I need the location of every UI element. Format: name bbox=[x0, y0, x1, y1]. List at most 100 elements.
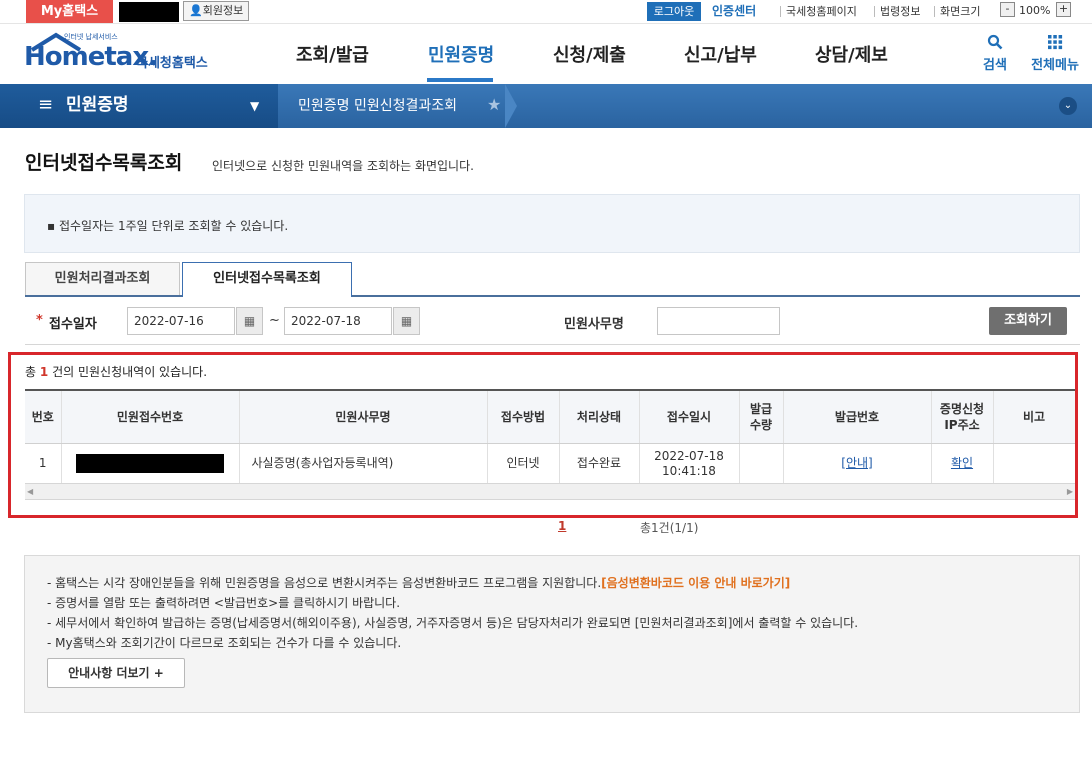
notice-text: ▪ 접수일자는 1주일 단위로 조회할 수 있습니다. bbox=[47, 219, 289, 233]
member-info-button[interactable]: 👤회원정보 bbox=[183, 1, 250, 21]
nav-active-indicator bbox=[427, 78, 493, 82]
nav-report-pay[interactable]: 신고/납부 bbox=[684, 42, 757, 70]
dropdown-caret-icon[interactable]: ▼ bbox=[250, 96, 259, 116]
search-button[interactable]: 검색 bbox=[977, 34, 1013, 73]
section-title: 민원증명 bbox=[66, 95, 129, 115]
top-utility-bar: My홈택스 👤회원정보 로그아웃 인증센터 국세청홈페이지 법령정보 화면크기 … bbox=[0, 0, 1092, 24]
result-suffix: 건의 민원신청내역이 있습니다. bbox=[52, 365, 208, 379]
search-icon bbox=[987, 34, 1003, 50]
nav-apply-submit[interactable]: 신청/제출 bbox=[553, 42, 626, 70]
nav-consult-report[interactable]: 상담/제보 bbox=[815, 42, 888, 70]
logout-button[interactable]: 로그아웃 bbox=[647, 2, 701, 21]
screen-size-label: 화면크기 bbox=[940, 5, 981, 18]
col-header-ip: 증명신청 IP주소 bbox=[931, 389, 994, 444]
tab-internet-receipt-list[interactable]: 인터넷접수목록조회 bbox=[182, 262, 352, 297]
hamburger-icon: ≡ bbox=[38, 94, 54, 115]
cell-qty bbox=[739, 443, 784, 485]
table-row: 1 사실증명(총사업자등록내역) 인터넷 접수완료 2022-07-18 10:4… bbox=[25, 443, 1076, 485]
hometax-logo[interactable]: 인터넷 납세서비스 Hometax. 국세청홈택스 bbox=[24, 30, 224, 76]
page-description: 인터넷으로 신청한 민원내역을 조회하는 화면입니다. bbox=[212, 159, 474, 173]
date-from-input[interactable]: 2022-07-16 bbox=[127, 307, 235, 335]
tab-result-inquiry[interactable]: 민원처리결과조회 bbox=[25, 262, 180, 296]
collapse-chevron-icon[interactable]: ⌄ bbox=[1059, 97, 1077, 115]
cell-method: 인터넷 bbox=[487, 443, 560, 485]
result-prefix: 총 bbox=[25, 365, 37, 379]
notice-box: ▪ 접수일자는 1주일 단위로 조회할 수 있습니다. bbox=[24, 194, 1080, 253]
more-info-button[interactable]: 안내사항 더보기 + bbox=[47, 658, 185, 688]
logo-subtitle: 국세청홈택스 bbox=[136, 56, 208, 71]
all-menu-label: 전체메뉴 bbox=[1031, 58, 1079, 73]
cell-receipt-no bbox=[61, 443, 240, 485]
pagination-total: 총1건(1/1) bbox=[640, 521, 699, 535]
calendar-icon[interactable]: ▦ bbox=[393, 307, 420, 335]
main-header: 인터넷 납세서비스 Hometax. 국세청홈택스 조회/발급 민원증명 신청/… bbox=[0, 24, 1092, 84]
horizontal-scrollbar[interactable]: ◀ ▶ bbox=[25, 483, 1075, 500]
info-line-2: - 증명서를 열람 또는 출력하려면 <발급번호>를 클릭하시기 바랍니다. bbox=[47, 596, 401, 610]
cell-date: 2022-07-18 bbox=[654, 448, 724, 463]
my-hometax-button[interactable]: My홈택스 bbox=[26, 0, 113, 23]
date-range-separator: ~ bbox=[269, 313, 280, 328]
info-line-1: - 홈택스는 시각 장애인분들을 위해 민원증명을 음성으로 변환시켜주는 음성… bbox=[47, 575, 790, 591]
nav-inquiry-issue[interactable]: 조회/발급 bbox=[296, 42, 369, 70]
cell-no: 1 bbox=[25, 443, 62, 485]
col-header-receipt-no: 민원접수번호 bbox=[61, 389, 240, 444]
receipt-date-label: 접수일자 bbox=[49, 317, 97, 332]
search-label: 검색 bbox=[983, 58, 1007, 73]
info-line-3: - 세무서에서 확인하여 발급하는 증명(납세증명서(해외이주용), 사실증명,… bbox=[47, 616, 859, 630]
issue-guide-link[interactable]: [안내] bbox=[841, 456, 872, 470]
redacted-user-name bbox=[119, 2, 179, 22]
col-header-issue-no: 발급번호 bbox=[783, 389, 932, 444]
breadcrumb: 민원증명 민원신청결과조회 bbox=[298, 98, 458, 114]
nts-homepage-link[interactable]: 국세청홈페이지 bbox=[786, 2, 857, 21]
section-selector[interactable]: ≡ 민원증명 ▼ bbox=[0, 84, 278, 128]
cell-time: 10:41:18 bbox=[662, 463, 716, 478]
col-header-note: 비고 bbox=[993, 389, 1076, 444]
scroll-right-icon[interactable]: ▶ bbox=[1067, 484, 1073, 499]
receipt-table: 번호 민원접수번호 민원사무명 접수방법 처리상태 접수일시 발급 수량 발급번… bbox=[25, 389, 1076, 485]
ip-check-link[interactable]: 확인 bbox=[951, 456, 973, 470]
office-name-input[interactable] bbox=[657, 307, 780, 335]
date-to-input[interactable]: 2022-07-18 bbox=[284, 307, 392, 335]
member-info-label: 회원정보 bbox=[202, 4, 244, 17]
divider bbox=[874, 6, 875, 17]
nav-civil-certificate[interactable]: 민원증명 bbox=[428, 42, 494, 70]
zoom-in-button[interactable]: + bbox=[1056, 2, 1071, 17]
search-submit-button[interactable]: 조회하기 bbox=[989, 307, 1067, 335]
logo-tagline: 인터넷 납세서비스 bbox=[64, 33, 118, 41]
search-form: * 접수일자 2022-07-16 ▦ ~ 2022-07-18 ▦ 민원사무명… bbox=[25, 297, 1080, 345]
col-header-method: 접수방법 bbox=[487, 389, 560, 444]
zoom-out-button[interactable]: - bbox=[1000, 2, 1015, 17]
voice-barcode-guide-link[interactable]: [음성변환바코드 이용 안내 바로가기] bbox=[601, 576, 790, 590]
col-header-status: 처리상태 bbox=[559, 389, 640, 444]
cell-issue-no: [안내] bbox=[783, 443, 932, 485]
cell-note bbox=[993, 443, 1076, 485]
result-summary: 총 1 건의 민원신청내역이 있습니다. bbox=[25, 363, 207, 380]
col-header-qty: 발급 수량 bbox=[739, 389, 784, 444]
office-name-label: 민원사무명 bbox=[564, 317, 624, 332]
all-menu-button[interactable]: 전체메뉴 bbox=[1027, 34, 1083, 73]
divider bbox=[934, 6, 935, 17]
cell-datetime: 2022-07-18 10:41:18 bbox=[639, 443, 740, 485]
col-header-office: 민원사무명 bbox=[239, 389, 488, 444]
section-bar: ≡ 민원증명 ▼ 민원증명 민원신청결과조회 ★ ⌄ bbox=[0, 84, 1092, 128]
breadcrumb-arrow bbox=[505, 84, 517, 128]
page-title: 인터넷접수목록조회 bbox=[25, 152, 183, 174]
info-box: - 홈택스는 시각 장애인분들을 위해 민원증명을 음성으로 변환시켜주는 음성… bbox=[24, 555, 1080, 713]
auth-center-link[interactable]: 인증센터 bbox=[712, 2, 756, 21]
info-line-1-text: - 홈택스는 시각 장애인분들을 위해 민원증명을 음성으로 변환시켜주는 음성… bbox=[47, 576, 602, 590]
col-header-datetime: 접수일시 bbox=[639, 389, 740, 444]
redacted-receipt-number bbox=[76, 454, 224, 473]
calendar-icon[interactable]: ▦ bbox=[236, 307, 263, 335]
user-icon: 👤 bbox=[189, 4, 203, 17]
col-header-no: 번호 bbox=[25, 389, 62, 444]
info-line-4: - My홈택스와 조회기간이 다르므로 조회되는 건수가 다를 수 있습니다. bbox=[47, 636, 402, 650]
law-info-link[interactable]: 법령정보 bbox=[880, 2, 920, 21]
grid-icon bbox=[1048, 35, 1063, 50]
pagination-page-1[interactable]: 1 bbox=[558, 519, 566, 533]
required-mark: * bbox=[36, 313, 43, 328]
cell-status: 접수완료 bbox=[559, 443, 640, 485]
scroll-left-icon[interactable]: ◀ bbox=[27, 484, 33, 499]
divider bbox=[780, 6, 781, 17]
favorite-star-icon[interactable]: ★ bbox=[487, 94, 501, 116]
result-count: 1 bbox=[39, 365, 49, 379]
